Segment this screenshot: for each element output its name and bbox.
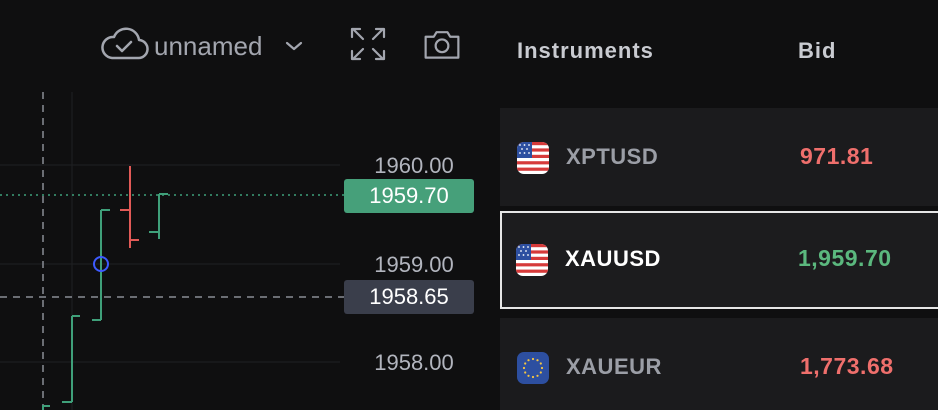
instrument-row-xauusd[interactable]: XAUUSD 1,959.70	[500, 211, 938, 309]
instrument-row-xptusd[interactable]: XPTUSD 971.81	[500, 108, 938, 206]
instrument-bid: 971.81	[800, 143, 874, 169]
price-axis-label: 1958.00	[374, 350, 454, 375]
layout-save-button[interactable]: unnamed	[98, 22, 306, 70]
ohlc-bar	[62, 315, 80, 403]
instruments-header: Instruments Bid	[490, 0, 938, 106]
ohlc-bars	[42, 166, 168, 410]
camera-icon[interactable]	[422, 24, 462, 64]
chart-toolbar: unnamed	[0, 0, 490, 92]
instrument-symbol: XAUEUR	[566, 354, 662, 379]
ohlc-bar	[42, 405, 50, 410]
price-axis-label: 1959.00	[374, 252, 454, 277]
last-price-tag: 1959.70	[344, 179, 474, 213]
crosshair-price-tag: 1958.65	[344, 280, 474, 314]
cloud-check-icon	[101, 27, 149, 60]
chart-panel[interactable]: 1960.00 1959.00 1958.00 1959.70 1958.65 …	[0, 0, 490, 410]
instrument-bid: 1,773.68	[800, 353, 894, 379]
instruments-panel: Instruments Bid XPTUSD 971.81 XAUUSD 1,9…	[490, 0, 938, 410]
us-flag-icon	[517, 142, 549, 174]
ohlc-bar	[120, 166, 139, 248]
instrument-row-xaueur[interactable]: XAUEUR 1,773.68	[500, 318, 938, 410]
column-header-bid[interactable]: Bid	[798, 38, 836, 64]
fullscreen-icon[interactable]	[348, 24, 388, 64]
chevron-down-icon[interactable]	[282, 34, 306, 58]
price-axis-label: 1960.00	[374, 153, 454, 178]
ohlc-bar	[149, 193, 168, 239]
column-header-instruments[interactable]: Instruments	[517, 38, 654, 64]
instrument-symbol: XAUUSD	[565, 246, 661, 271]
instrument-symbol: XPTUSD	[566, 144, 659, 169]
us-flag-icon	[516, 244, 548, 276]
eu-flag-icon	[517, 352, 549, 384]
layout-name: unnamed	[154, 30, 263, 61]
instrument-bid: 1,959.70	[798, 245, 892, 271]
